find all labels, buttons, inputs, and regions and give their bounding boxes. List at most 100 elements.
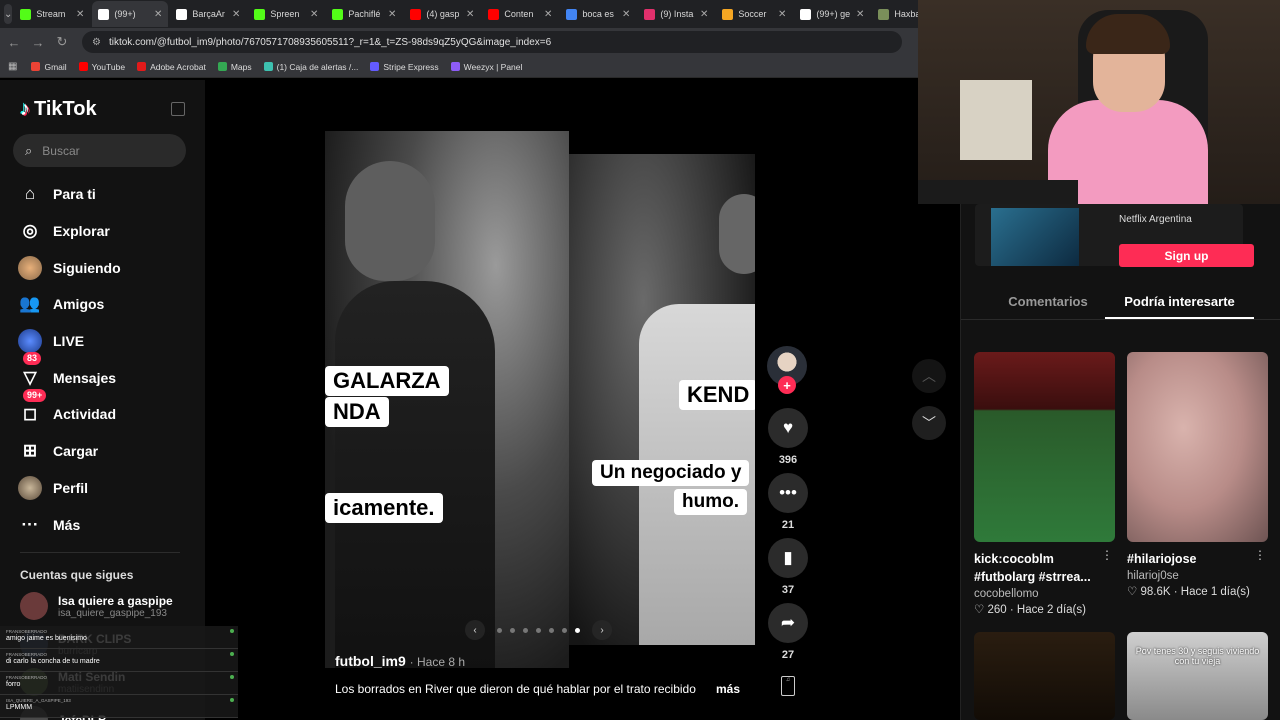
comment-action[interactable]: ••• 21 (767, 473, 809, 531)
suggested-video-card[interactable]: Pov tenes 30 y seguis viviendo con tu vi… (1127, 632, 1268, 720)
pager-dot[interactable] (523, 627, 528, 633)
save-action[interactable]: ▮ 37 (767, 538, 809, 596)
bookmark-item[interactable]: Adobe Acrobat (137, 62, 206, 72)
close-icon[interactable]: ✕ (76, 9, 84, 20)
close-icon[interactable]: ✕ (154, 9, 162, 20)
browser-tab[interactable]: Conten ✕ (482, 1, 558, 27)
save-count: 37 (781, 584, 795, 596)
bookmark-item[interactable]: YouTube (78, 62, 125, 72)
video-title[interactable]: kick:cocoblm #futbolarg #strrea... (974, 550, 1115, 586)
followed-account[interactable]: Isa quiere a gaspipe isa_quiere_gaspipe_… (20, 592, 200, 620)
sidebar-item-home[interactable]: ⌂ Para ti (17, 176, 197, 213)
reload-icon[interactable]: ↻ (52, 34, 72, 50)
pager-dot[interactable] (510, 627, 515, 633)
suggested-video-card[interactable] (974, 632, 1115, 720)
follow-plus-icon[interactable]: + (778, 376, 796, 394)
video-thumbnail[interactable] (974, 352, 1115, 542)
apps-grid-icon[interactable]: ▦ (8, 61, 17, 72)
url-bar[interactable]: ⚙ tiktok.com/@futbol_im9/photo/767057170… (82, 31, 902, 53)
bookmark-item[interactable]: Gmail (31, 62, 67, 72)
pager-dot[interactable] (575, 627, 580, 633)
chevron-left-icon[interactable]: ‹ (465, 620, 485, 640)
browser-tab[interactable]: Spreen ✕ (248, 1, 324, 27)
video-thumbnail[interactable]: Pov tenes 30 y seguis viviendo con tu vi… (1127, 632, 1268, 720)
share-action[interactable]: ➦ 27 (767, 603, 809, 661)
video-user[interactable]: cocobellomo (974, 588, 1115, 600)
tab-comments[interactable]: Comentarios (1008, 288, 1088, 319)
bookmark-item[interactable]: Weezyx | Panel (450, 62, 522, 72)
close-icon[interactable]: ✕ (778, 9, 786, 20)
share-icon[interactable]: ➦ (768, 603, 808, 643)
bookmark-item[interactable]: Maps (217, 62, 252, 72)
pager-dot[interactable] (562, 627, 567, 633)
ad-card[interactable]: Netflix Argentina Sign up (975, 204, 1254, 267)
browser-tab[interactable]: Soccer ✕ (716, 1, 792, 27)
suggested-video-card[interactable]: #hilariojose hilarioj0se ♡ 98.6K · Hace … (1127, 352, 1268, 598)
caption-line-5: Un negociado y (592, 460, 750, 486)
online-dot (230, 675, 234, 679)
close-icon[interactable]: ✕ (856, 9, 864, 20)
heart-icon[interactable]: ♥ (768, 408, 808, 448)
sidebar-item-profile[interactable]: Perfil (17, 470, 197, 507)
suggested-video-card[interactable]: kick:cocoblm #futbolarg #strrea... cocob… (974, 352, 1115, 616)
bookmark-item[interactable]: Stripe Express (370, 62, 439, 72)
browser-tab[interactable]: boca es ✕ (560, 1, 636, 27)
music-disc-icon[interactable]: ♫ (781, 676, 795, 696)
close-icon[interactable]: ✕ (544, 9, 552, 20)
close-icon[interactable]: ✕ (388, 9, 396, 20)
notification-badge: 83 (23, 352, 42, 366)
video-thumbnail[interactable] (1127, 352, 1268, 542)
next-post-button[interactable]: ﹀ (912, 406, 946, 440)
post-author[interactable]: futbol_im9 · Hace 8 h (335, 653, 465, 669)
sidebar-item-avatar[interactable]: Siguiendo (17, 249, 197, 286)
forward-icon[interactable]: → (28, 35, 48, 50)
more-options-icon[interactable]: ⋮ (1101, 548, 1113, 562)
collapse-sidebar-icon[interactable] (171, 102, 185, 116)
close-icon[interactable]: ✕ (622, 9, 630, 20)
close-icon[interactable]: ✕ (700, 9, 708, 20)
chevron-right-icon[interactable]: › (592, 620, 612, 640)
signup-button[interactable]: Sign up (1119, 244, 1254, 267)
see-more-link[interactable]: más (716, 682, 740, 696)
browser-tab[interactable]: Stream ✕ (14, 1, 90, 27)
close-icon[interactable]: ✕ (466, 9, 474, 20)
browser-tab[interactable]: (99+) ge ✕ (794, 1, 870, 27)
tiktok-logo[interactable]: ♪ TikTok (20, 98, 97, 121)
comment-icon[interactable]: ••• (768, 473, 808, 513)
more-options-icon[interactable]: ⋮ (1254, 548, 1266, 562)
video-user[interactable]: hilarioj0se (1127, 570, 1268, 582)
search-box[interactable]: ⌕ (13, 134, 186, 167)
sidebar-item-friends[interactable]: 👥 Amigos (17, 286, 197, 323)
post-image-carousel[interactable]: GALARZA NDA icamente. KEND Un negociado … (325, 131, 755, 668)
pager-dot[interactable] (497, 627, 502, 633)
creator-avatar[interactable]: + (767, 346, 807, 394)
site-info-icon[interactable]: ⚙ (92, 37, 101, 48)
tab-search-button[interactable]: ⌄ (4, 4, 13, 24)
close-icon[interactable]: ✕ (310, 9, 318, 20)
browser-tab[interactable]: (99+) ✕ (92, 1, 169, 27)
sidebar-item-more[interactable]: ··· Más (17, 506, 197, 543)
back-icon[interactable]: ← (4, 35, 24, 50)
bookmark-icon[interactable]: ▮ (768, 538, 808, 578)
close-icon[interactable]: ✕ (232, 9, 240, 20)
bookmark-item[interactable]: (1) Caja de alertas /... (263, 62, 358, 72)
tab-suggestions[interactable]: Podría interesarte (1105, 288, 1254, 319)
browser-tab[interactable]: (9) Insta ✕ (638, 1, 714, 27)
browser-tab[interactable]: BarçaAr ✕ (170, 1, 246, 27)
sidebar-item-activity[interactable]: ◻ Actividad 99+ (17, 389, 197, 433)
video-thumbnail[interactable] (974, 632, 1115, 720)
author-handle[interactable]: futbol_im9 (335, 653, 406, 669)
pager-dot[interactable] (549, 627, 554, 633)
browser-tab[interactable]: Pachiflé ✕ (326, 1, 402, 27)
tab-favicon (410, 8, 422, 20)
pager-dot[interactable] (536, 627, 541, 633)
sidebar-item-label: LIVE (53, 333, 85, 350)
sidebar-item-compass[interactable]: ◎ Explorar (17, 213, 197, 250)
browser-tab[interactable]: (4) gasp ✕ (404, 1, 480, 27)
sidebar-item-upload[interactable]: ⊞ Cargar (17, 433, 197, 470)
video-title[interactable]: #hilariojose (1127, 550, 1268, 568)
search-input[interactable] (42, 143, 163, 158)
sidebar-item-live[interactable]: LIVE (17, 323, 197, 360)
like-action[interactable]: ♥ 396 (767, 408, 809, 466)
previous-post-button[interactable]: ︿ (912, 359, 946, 393)
